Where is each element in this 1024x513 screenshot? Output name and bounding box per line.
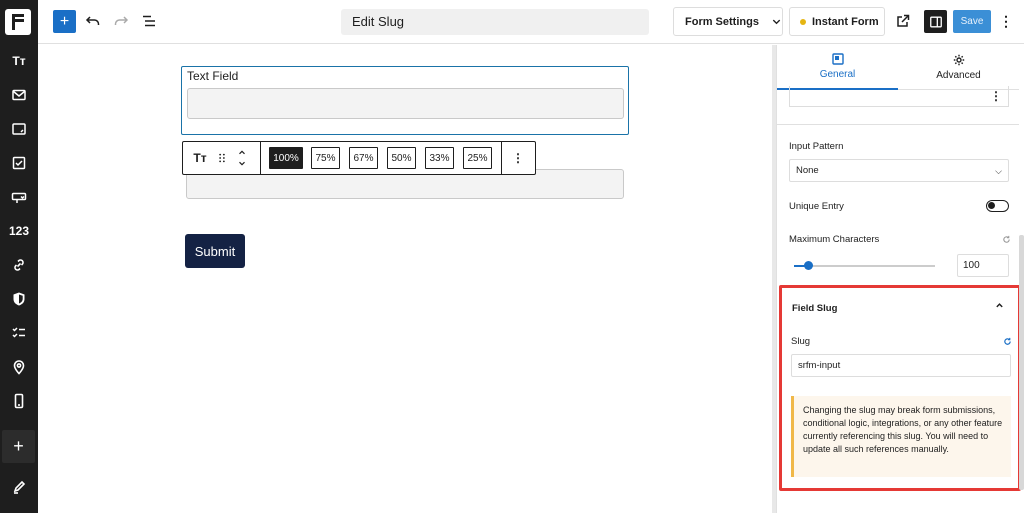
slider-thumb[interactable] (804, 261, 814, 270)
textarea-icon[interactable] (0, 116, 38, 142)
more-options-icon[interactable]: ⋮ (999, 11, 1013, 31)
document-overview-icon[interactable] (139, 11, 159, 31)
slug-label: Slug (791, 336, 811, 347)
pencil-icon[interactable] (0, 474, 38, 500)
document-title[interactable]: Edit Slug (341, 9, 649, 35)
instant-form-label: Instant Form (812, 15, 879, 28)
number-icon[interactable]: 123 (0, 218, 38, 244)
redo-icon[interactable] (111, 11, 131, 31)
block-options-icon[interactable]: ⋮ (510, 150, 526, 166)
gear-icon (953, 54, 964, 66)
unique-entry-label: Unique Entry (789, 201, 844, 212)
field-slug-panel: Field Slug Slug srfm-input Changing the … (779, 285, 1021, 491)
text-type-icon[interactable]: Tт (192, 150, 208, 166)
width-option-100[interactable]: 100% (269, 147, 303, 169)
tab-advanced[interactable]: Advanced (898, 45, 1019, 90)
checkbox-icon[interactable] (0, 150, 38, 176)
link-icon[interactable] (0, 252, 38, 278)
add-block-glyph: + (13, 436, 24, 456)
max-characters-slider[interactable] (794, 261, 935, 270)
chevron-down-icon (772, 19, 781, 25)
width-option-67[interactable]: 67% (349, 147, 378, 169)
list-check-icon[interactable] (0, 320, 38, 346)
text-field-input[interactable] (187, 88, 624, 119)
shield-icon[interactable] (0, 286, 38, 312)
slug-warning-notice: Changing the slug may break form submiss… (791, 396, 1011, 477)
form-settings-button[interactable]: Form Settings (673, 7, 783, 36)
text-block-glyph: Tт (12, 54, 26, 68)
unique-entry-toggle[interactable] (986, 200, 1009, 212)
submit-button[interactable]: Submit (185, 234, 245, 268)
collapsed-field-input[interactable]: ⋮ (789, 86, 1009, 107)
input-pattern-label: Input Pattern (789, 141, 844, 152)
block-settings-sidebar: General Advanced ⋮ Input Pattern None ⌵ … (776, 45, 1024, 513)
max-characters-input[interactable]: 100 (957, 254, 1009, 277)
instant-form-button[interactable]: Instant Form (789, 7, 885, 36)
block-toolbar: Tт 100% 75% 67% 50% 33% 25% ⋮ (182, 141, 536, 175)
width-option-25[interactable]: 25% (463, 147, 492, 169)
app-logo-icon[interactable] (5, 9, 31, 35)
more-options-icon[interactable]: ⋮ (990, 89, 1002, 103)
toolbar-separator (260, 142, 261, 174)
field-slug-title[interactable]: Field Slug (792, 303, 837, 314)
drag-handle-icon[interactable] (214, 150, 230, 166)
sidebar-scrollbar[interactable] (1019, 235, 1024, 490)
width-option-33[interactable]: 33% (425, 147, 454, 169)
field-label[interactable]: Text Field (187, 69, 238, 83)
block-icon (831, 53, 844, 65)
add-block-icon[interactable]: + (2, 430, 35, 463)
undo-icon[interactable] (83, 11, 103, 31)
toolbar-separator (501, 142, 502, 174)
chevron-down-icon: ⌵ (995, 166, 1002, 176)
settings-sidebar-toggle-icon[interactable] (924, 10, 947, 33)
save-button[interactable]: Save (953, 10, 991, 33)
number-glyph: 123 (8, 224, 30, 238)
add-block-button[interactable]: + (53, 10, 76, 33)
width-option-50[interactable]: 50% (387, 147, 416, 169)
status-dot (800, 18, 806, 25)
chevron-up-icon[interactable] (995, 301, 1004, 313)
input-pattern-select[interactable]: None ⌵ (789, 159, 1009, 182)
mail-icon[interactable] (0, 82, 38, 108)
width-option-75[interactable]: 75% (311, 147, 340, 169)
phone-icon[interactable] (0, 388, 38, 414)
external-link-icon[interactable] (893, 11, 913, 31)
text-block-icon[interactable]: Tт (0, 48, 38, 74)
tab-general[interactable]: General (777, 45, 898, 90)
location-icon[interactable] (0, 354, 38, 380)
move-up-down-icon[interactable] (234, 145, 250, 171)
editor-canvas: Text Field Tт 100% 75% 67% 50% 33% 25% ⋮… (38, 45, 774, 513)
settings-tabs: General Advanced (777, 45, 1019, 90)
editor-top-bar: + Edit Slug Form Settings Instant Form S… (38, 0, 1024, 44)
dropdown-icon[interactable] (0, 184, 38, 210)
tab-advanced-label: Advanced (936, 70, 981, 81)
input-pattern-value: None (796, 165, 819, 176)
slug-input[interactable]: srfm-input (791, 354, 1011, 377)
text-field-block[interactable]: Text Field (181, 66, 629, 135)
block-inserter-rail: Tт 123 + (0, 0, 38, 513)
max-characters-label: Maximum Characters (789, 234, 880, 245)
reset-icon[interactable] (1001, 234, 1011, 244)
form-settings-label: Form Settings (685, 15, 759, 28)
section-divider (777, 124, 1019, 125)
tab-general-label: General (819, 69, 856, 80)
reset-icon[interactable] (1002, 336, 1012, 346)
